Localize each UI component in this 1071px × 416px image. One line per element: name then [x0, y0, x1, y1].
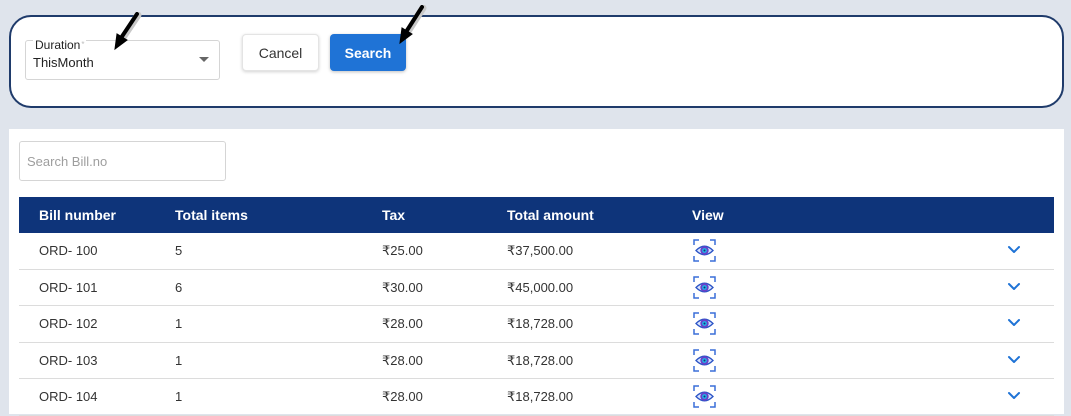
cancel-button[interactable]: Cancel — [242, 34, 319, 71]
bill-number: ORD- 102 — [39, 316, 98, 331]
filter-card: Duration* ThisMonth Cancel Search — [9, 15, 1064, 108]
chevron-down-icon[interactable] — [1007, 391, 1021, 401]
eye-scan-icon[interactable] — [692, 275, 717, 300]
bill-number: ORD- 103 — [39, 352, 98, 368]
arrow-pointer-icon — [399, 5, 427, 45]
chevron-down-icon[interactable] — [1007, 355, 1021, 365]
total-items: 1 — [175, 389, 183, 404]
table-row: ORD- 102 1 ₹28.00 ₹18,728.00 — [19, 306, 1054, 343]
table-header: Bill number Total items Tax Total amount… — [19, 197, 1054, 233]
arrow-pointer-icon — [114, 12, 142, 51]
duration-label: Duration* — [33, 38, 87, 52]
tax: ₹28.00 — [382, 352, 423, 368]
required-mark: * — [81, 40, 85, 49]
tax: ₹25.00 — [382, 243, 423, 258]
total-items: 5 — [175, 243, 183, 258]
total-items: 1 — [175, 352, 183, 368]
chevron-down-icon[interactable] — [1007, 318, 1021, 328]
column-header: View — [692, 207, 724, 223]
column-header: Tax — [382, 207, 406, 223]
total-amount: ₹18,728.00 — [507, 316, 574, 331]
total-amount: ₹45,000.00 — [507, 279, 574, 295]
eye-scan-icon[interactable] — [692, 238, 717, 263]
bill-number: ORD- 100 — [39, 243, 98, 258]
bills-table: Bill number Total items Tax Total amount… — [19, 197, 1054, 416]
total-amount: ₹18,728.00 — [507, 389, 574, 404]
table-row: ORD- 104 1 ₹28.00 ₹18,728.00 — [19, 379, 1054, 416]
total-items: 6 — [175, 279, 183, 295]
chevron-down-icon[interactable] — [1007, 282, 1021, 292]
tax: ₹28.00 — [382, 389, 423, 404]
table-row: ORD- 100 5 ₹25.00 ₹37,500.00 — [19, 233, 1054, 270]
eye-scan-icon[interactable] — [692, 384, 717, 409]
column-header: Total items — [175, 207, 248, 223]
eye-scan-icon[interactable] — [692, 348, 717, 373]
bills-panel: Bill number Total items Tax Total amount… — [9, 129, 1064, 416]
tax: ₹28.00 — [382, 316, 423, 331]
total-amount: ₹18,728.00 — [507, 352, 574, 368]
tax: ₹30.00 — [382, 279, 423, 295]
table-row: ORD- 103 1 ₹28.00 ₹18,728.00 — [19, 343, 1054, 379]
caret-down-icon — [199, 57, 209, 62]
table-row: ORD- 101 6 ₹30.00 ₹45,000.00 — [19, 270, 1054, 306]
total-items: 1 — [175, 316, 183, 331]
column-header: Bill number — [39, 207, 117, 223]
bill-number: ORD- 101 — [39, 279, 98, 295]
eye-scan-icon[interactable] — [692, 311, 717, 336]
bill-number: ORD- 104 — [39, 389, 98, 404]
search-button[interactable]: Search — [330, 34, 406, 71]
total-amount: ₹37,500.00 — [507, 243, 574, 258]
column-header: Total amount — [507, 207, 594, 223]
duration-value: ThisMonth — [33, 55, 94, 70]
chevron-down-icon[interactable] — [1007, 245, 1021, 255]
search-bill-input[interactable] — [19, 141, 226, 181]
